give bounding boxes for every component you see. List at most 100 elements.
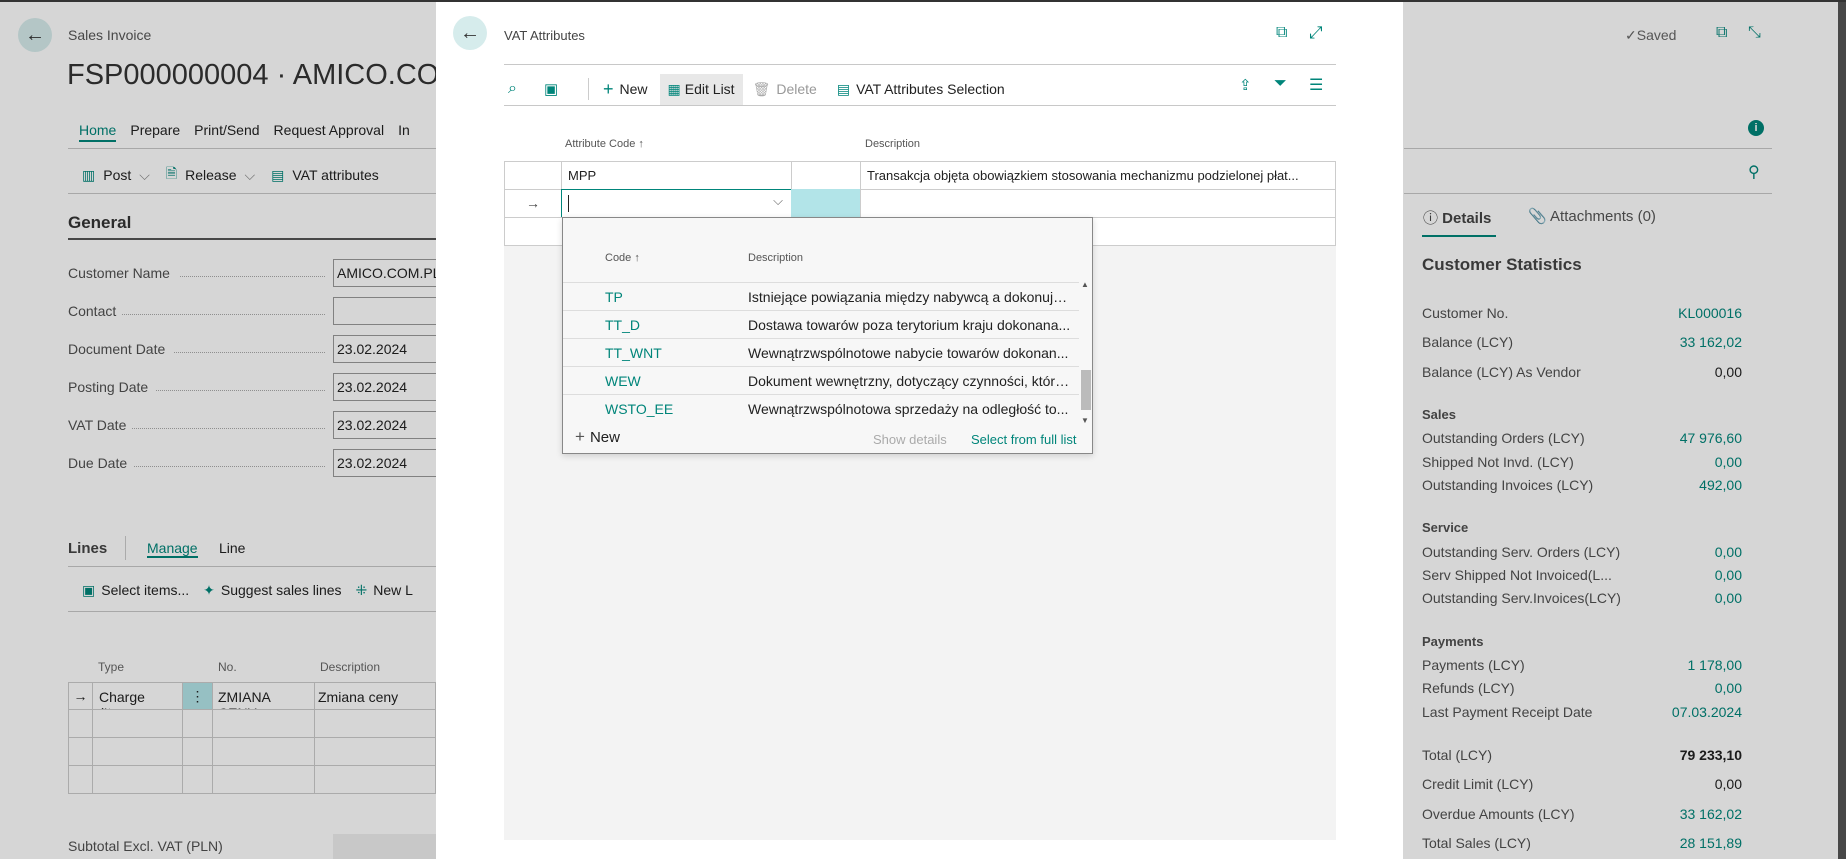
stat-label: Shipped Not Invd. (LCY) — [1422, 454, 1574, 470]
vat-date-field[interactable]: 23.02.2024 — [333, 411, 443, 439]
type-cell[interactable]: Charge (Ite... — [92, 682, 183, 721]
edit-list-button[interactable]: ▦ Edit List — [659, 73, 743, 105]
tab-prepare[interactable]: Prepare — [130, 122, 180, 142]
stat-link[interactable]: 33 162,02 — [1680, 806, 1742, 822]
contact-field[interactable] — [333, 297, 443, 325]
column-header-attribute-code[interactable]: Attribute Code ↑ — [565, 138, 644, 150]
balance-link[interactable]: 33 162,02 — [1680, 334, 1742, 350]
customer-name-field[interactable]: AMICO.COM.PL — [333, 259, 443, 287]
stat-link[interactable]: 28 151,89 — [1680, 835, 1742, 851]
dropdown-item[interactable]: TT_D Dostawa towarów poza terytorium kraj… — [563, 311, 1079, 339]
document-date-field[interactable]: 23.02.2024 — [333, 335, 443, 363]
tab-attachments[interactable]: 📎 Attachments (0) — [1528, 207, 1656, 225]
dropdown-column-code[interactable]: Code ↑ — [605, 252, 640, 264]
open-new-window-icon[interactable]: ⧉ — [1716, 24, 1727, 42]
select-items-button[interactable]: Select items... — [101, 582, 189, 599]
attribute-code-input[interactable]: ⌵ — [561, 189, 792, 218]
search-icon[interactable]: ⌕ — [508, 80, 538, 98]
back-button[interactable]: ← — [18, 18, 52, 52]
description-cell[interactable]: Zmiana ceny sprze — [314, 682, 436, 721]
suggest-sales-lines-button[interactable]: Suggest sales lines — [221, 582, 342, 599]
description-cell[interactable]: Transakcja objęta obowiązkiem stosowania… — [860, 161, 1336, 190]
scroll-down-icon[interactable]: ▼ — [1081, 416, 1089, 425]
tab-details[interactable]: ⓘ Details — [1423, 207, 1491, 228]
share-icon[interactable]: ⇪ — [1239, 76, 1252, 94]
open-new-window-icon[interactable]: ⧉ — [1276, 24, 1287, 42]
scrollbar-thumb[interactable] — [1081, 370, 1091, 410]
posting-date-field[interactable]: 23.02.2024 — [333, 373, 443, 401]
expand-icon[interactable]: ⤢ — [1309, 23, 1323, 43]
tab-more[interactable]: In — [398, 122, 410, 142]
stat-link[interactable]: 0,00 — [1715, 680, 1742, 696]
column-header-type[interactable]: Type — [98, 660, 124, 674]
chevron-down-icon[interactable]: ⌵ — [245, 167, 256, 184]
chevron-down-icon[interactable]: ⌵ — [139, 167, 150, 184]
info-icon[interactable]: i — [1748, 120, 1764, 136]
vat-attributes-dialog: ← VAT Attributes ⧉ ⤢ ⌕ ▣ + New ▦ Edit List… — [436, 2, 1403, 859]
payments-heading: Payments — [1422, 634, 1484, 649]
general-section-title[interactable]: General — [68, 213, 131, 233]
stat-link[interactable]: 0,00 — [1715, 590, 1742, 606]
stat-label: Outstanding Serv. Orders (LCY) — [1422, 544, 1621, 560]
field-label: VAT Date — [68, 417, 127, 433]
dropdown-item[interactable]: WSTO_EE Wewnątrzwspólnotowa sprzedaży na … — [563, 395, 1079, 423]
stat-label: Payments (LCY) — [1422, 657, 1525, 673]
dialog-back-button[interactable]: ← — [453, 16, 487, 50]
scroll-up-icon[interactable]: ▲ — [1081, 280, 1089, 289]
post-button[interactable]: Post — [103, 167, 131, 183]
dropdown-item[interactable]: TP Istniejące powiązania między nabywcą a… — [563, 283, 1079, 311]
customer-no-link[interactable]: KL000016 — [1678, 305, 1742, 321]
chevron-down-icon[interactable]: ⌵ — [773, 193, 783, 209]
tab-manage[interactable]: Manage — [147, 540, 198, 558]
dropdown-scrollbar[interactable]: ▲ ▼ — [1079, 280, 1092, 426]
tab-request-approval[interactable]: Request Approval — [274, 122, 385, 142]
page-scrollbar[interactable] — [1838, 2, 1846, 859]
stat-link[interactable]: 1 178,00 — [1688, 657, 1743, 673]
stat-link[interactable]: 47 976,60 — [1680, 430, 1742, 446]
stat-link[interactable]: 0,00 — [1715, 567, 1742, 583]
vat-attributes-button[interactable]: VAT attributes — [292, 167, 378, 183]
unpin-icon[interactable]: ⚲ — [1748, 162, 1760, 182]
new-button[interactable]: New — [620, 81, 648, 97]
collapse-icon[interactable]: ⤡ — [1748, 24, 1761, 42]
delete-button[interactable]: Delete — [776, 81, 816, 97]
list-view-icon[interactable]: ☰ — [1309, 75, 1323, 95]
vat-attributes-selection-button[interactable]: VAT Attributes Selection — [856, 81, 1005, 97]
new-line-button[interactable]: New L — [373, 582, 413, 599]
dropdown-item[interactable]: WEW Dokument wewnętrzny, dotyczący czynno… — [563, 367, 1079, 395]
stat-link[interactable]: 0,00 — [1715, 454, 1742, 470]
lookup-dropdown: Code ↑ Description TP Istniejące powiązan… — [562, 217, 1093, 454]
tab-line[interactable]: Line — [219, 540, 245, 556]
post-icon: ▥ — [82, 166, 96, 183]
dropdown-new-button[interactable]: + New — [575, 428, 620, 446]
layout-icon[interactable]: ▣ — [544, 80, 574, 98]
sort-ascending-icon: ↑ — [638, 138, 644, 150]
stat-label: Outstanding Serv.Invoices(LCY) — [1422, 590, 1621, 606]
stat-link[interactable]: 07.03.2024 — [1672, 704, 1742, 720]
row-menu-icon[interactable]: ⋮ — [182, 682, 213, 710]
column-header-description[interactable]: Description — [320, 660, 380, 674]
release-button[interactable]: Release — [185, 167, 236, 183]
tab-print-send[interactable]: Print/Send — [194, 122, 259, 142]
no-cell[interactable]: ZMIANA CENY — [212, 682, 315, 721]
stat-link[interactable]: 0,00 — [1715, 544, 1742, 560]
field-label: Posting Date — [68, 379, 149, 395]
tab-home[interactable]: Home — [79, 122, 117, 142]
field-label: Document Date — [68, 341, 166, 357]
show-details-button[interactable]: Show details — [873, 432, 947, 447]
breadcrumb: Sales Invoice — [68, 27, 152, 43]
stat-label: Last Payment Receipt Date — [1422, 704, 1593, 720]
stat-link[interactable]: 492,00 — [1699, 477, 1742, 493]
stat-label: Outstanding Invoices (LCY) — [1422, 477, 1594, 493]
dropdown-column-description[interactable]: Description — [748, 252, 803, 264]
sparkle-icon: ✦ — [203, 582, 215, 598]
select-from-full-list-link[interactable]: Select from full list — [971, 432, 1076, 447]
due-date-field[interactable]: 23.02.2024 — [333, 449, 443, 477]
column-header-description[interactable]: Description — [865, 138, 920, 150]
column-header-no[interactable]: No. — [218, 660, 237, 674]
stat-label: Balance (LCY) — [1422, 334, 1514, 350]
attribute-code-cell[interactable]: MPP — [561, 161, 792, 190]
lines-action-bar: ▣ Select items... ✦ Suggest sales lines ⁜ N… — [82, 582, 413, 599]
dropdown-item[interactable]: TT_WNT Wewnątrzwspólnotowe nabycie towaró… — [563, 339, 1079, 367]
filter-icon[interactable]: ⏷ — [1274, 75, 1287, 93]
